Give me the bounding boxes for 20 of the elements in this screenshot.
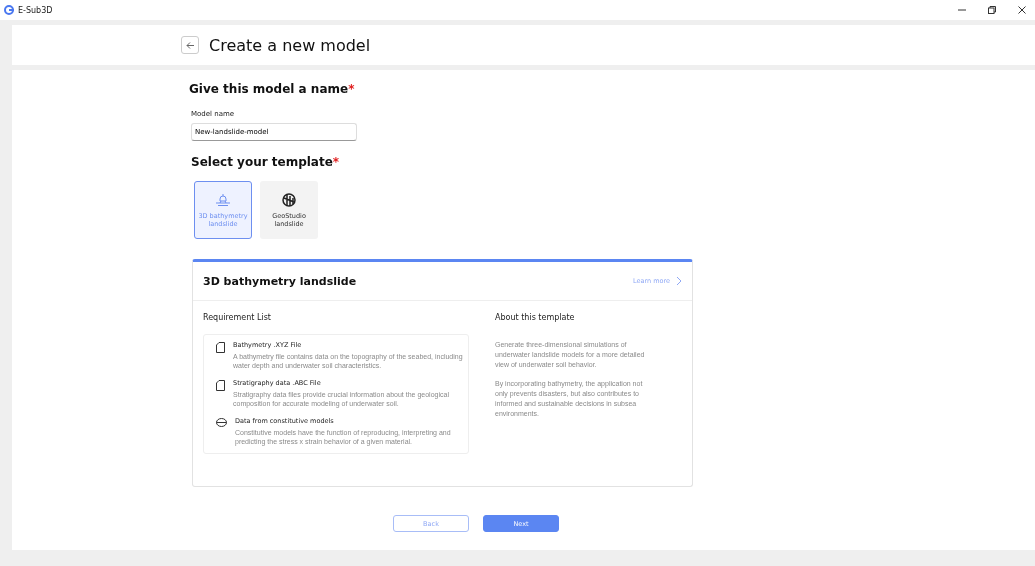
back-button[interactable]: [181, 36, 199, 54]
window-title: E-Sub3D: [18, 5, 53, 15]
file-icon: [216, 380, 225, 392]
file-icon: [216, 342, 225, 353]
close-icon[interactable]: [1017, 5, 1027, 15]
required-mark: *: [332, 155, 340, 169]
card-title: 3D bathymetry landslide: [203, 274, 358, 288]
required-mark: *: [348, 82, 355, 96]
globe-icon: [281, 192, 297, 208]
back-arrow-icon: [185, 40, 195, 50]
chevron-right-icon: [676, 276, 682, 286]
app-logo-icon: [4, 5, 14, 15]
seabed-icon: [215, 192, 231, 208]
section-heading: Give this model a name: [189, 82, 349, 96]
restore-icon[interactable]: [987, 5, 997, 15]
database-icon: [216, 418, 227, 428]
column-heading: About this template: [495, 313, 575, 322]
column-heading: Requirement List: [203, 313, 271, 322]
section-heading: Select your template: [191, 155, 333, 169]
page-title: Create a new model: [209, 35, 371, 55]
